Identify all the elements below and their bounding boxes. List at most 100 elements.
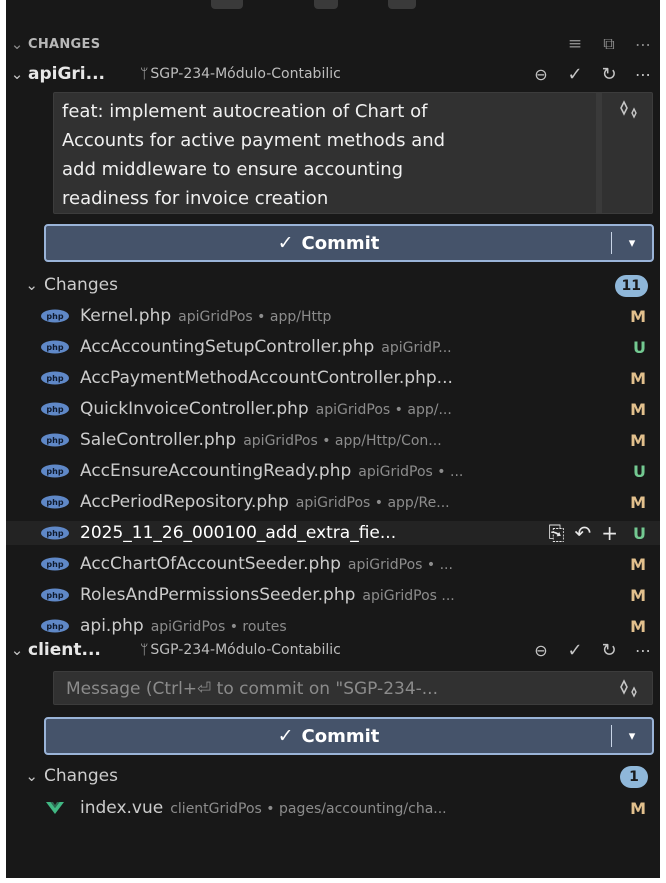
file-path: apiGridP... [381, 340, 452, 356]
php-file-icon: php [41, 495, 69, 509]
file-path: apiGridPos • routes [150, 619, 287, 635]
file-path: clientGridPos • pages/accounting/cha... [170, 801, 447, 817]
php-file-icon: php [41, 371, 69, 385]
file-name: 2025_11_26_000100_add_extra_fie... [80, 523, 397, 543]
git-status-badge: M [630, 492, 646, 512]
list-view-icon[interactable]: ≡ [558, 34, 592, 54]
commit-check-icon[interactable]: ✓ [558, 640, 592, 661]
file-text: 2025_11_26_000100_add_extra_fie... [80, 523, 520, 543]
more-icon[interactable]: ⋯ [626, 641, 660, 660]
file-path: apiGridPos • ... [358, 464, 464, 480]
file-name: AccEnsureAccountingReady.php [80, 461, 352, 481]
git-status-badge: M [630, 306, 646, 326]
commit-message-input[interactable]: feat: implement autocreation of Chart of… [53, 92, 653, 214]
sparkle-icon[interactable] [614, 97, 646, 123]
git-status-badge: M [630, 399, 646, 419]
changes-group-header[interactable]: ⌄ Changes 11 [6, 271, 660, 299]
file-name: index.vue [80, 798, 164, 818]
commit-button[interactable]: ✓ Commit ▾ [44, 717, 654, 755]
check-icon: ✓ [277, 232, 294, 254]
commit-button[interactable]: ✓ Commit ▾ [44, 224, 654, 262]
commit-main-action[interactable]: ✓ Commit [46, 232, 611, 254]
git-status-badge: M [630, 798, 646, 818]
file-path: apiGridPos • app/... [315, 402, 452, 418]
changed-file-row[interactable]: php Kernel.php apiGridPos • app/Http M [6, 304, 660, 328]
open-file-icon[interactable]: ⎘ [548, 521, 564, 545]
repo-header-clientgridpos[interactable]: ⌄ client... ᛘ SGP-234-Módulo-Contabilic … [6, 636, 660, 664]
file-name: AccPaymentMethodAccountController.php... [80, 368, 453, 388]
git-branch-icon: ᛘ [140, 66, 149, 82]
php-file-icon: php [41, 433, 69, 447]
changes-group-header[interactable]: ⌄ Changes 1 [6, 762, 660, 790]
repo-header-apigridpos[interactable]: ⌄ apiGri... ᛘ SGP-234-Módulo-Contabilic … [6, 60, 660, 88]
git-status-badge: M [630, 430, 646, 450]
changed-file-row[interactable]: php QuickInvoiceController.php apiGridPos … [6, 397, 660, 421]
file-text: AccPaymentMethodAccountController.php... [80, 368, 602, 388]
changed-file-row[interactable]: php AccAccountingSetupController.php apiGr… [6, 335, 660, 359]
more-icon[interactable]: ⋯ [626, 35, 660, 54]
changed-file-row[interactable]: php AccEnsureAccountingReady.php apiGridPo… [6, 459, 660, 483]
file-name: RolesAndPermissionsSeeder.php [80, 585, 356, 605]
file-text: index.vue clientGridPos • pages/accountin… [80, 798, 602, 818]
svg-text:php: php [46, 467, 63, 476]
changed-file-row[interactable]: php api.php apiGridPos • routes M [6, 614, 660, 638]
stage-changes-icon[interactable]: + [601, 521, 618, 545]
scrollbar[interactable] [596, 93, 602, 213]
changes-count-badge: 11 [614, 275, 648, 297]
svg-text:php: php [46, 498, 63, 507]
changed-file-row[interactable]: php AccChartOfAccountSeeder.php apiGridPos… [6, 552, 660, 576]
branch-name: SGP-234-Módulo-Contabilic [150, 642, 341, 658]
file-text: api.php apiGridPos • routes [80, 616, 602, 636]
chevron-down-icon: ⌄ [10, 35, 24, 53]
discard-changes-icon[interactable]: ↶ [574, 521, 591, 545]
commit-message-input[interactable]: Message (Ctrl+⏎ to commit on "SGP-234-..… [53, 671, 653, 705]
sparkle-icon[interactable] [614, 676, 646, 702]
commit-main-action[interactable]: ✓ Commit [46, 725, 611, 747]
file-text: QuickInvoiceController.php apiGridPos • a… [80, 399, 602, 419]
changed-file-row[interactable]: php AccPaymentMethodAccountController.php… [6, 366, 660, 390]
chevron-down-icon[interactable]: ▾ [612, 236, 652, 251]
file-text: AccEnsureAccountingReady.php apiGridPos •… [80, 461, 602, 481]
git-status-badge: M [630, 554, 646, 574]
section-title: CHANGES [28, 36, 101, 52]
check-icon: ✓ [277, 725, 294, 747]
changed-file-row[interactable]: php AccPeriodRepository.php apiGridPos • a… [6, 490, 660, 514]
php-file-icon: php [41, 557, 69, 571]
php-file-icon: php [41, 464, 69, 478]
refresh-icon[interactable]: ↻ [592, 640, 626, 661]
file-text: RolesAndPermissionsSeeder.php apiGridPos … [80, 585, 602, 605]
file-name: AccAccountingSetupController.php [80, 337, 375, 357]
git-status-badge: M [630, 368, 646, 388]
changed-file-row[interactable]: index.vue clientGridPos • pages/accountin… [6, 796, 660, 820]
branch-label[interactable]: ᛘ SGP-234-Módulo-Contabilic [140, 642, 390, 658]
svg-text:php: php [46, 529, 63, 538]
git-status-badge: U [633, 337, 646, 357]
branch-label[interactable]: ᛘ SGP-234-Módulo-Contabilic [140, 66, 390, 82]
refresh-icon[interactable]: ↻ [592, 64, 626, 85]
sync-icon[interactable]: ⊖ [524, 65, 558, 84]
changed-file-row[interactable]: php SaleController.php apiGridPos • app/Ht… [6, 428, 660, 452]
file-text: AccPeriodRepository.php apiGridPos • app/… [80, 492, 602, 512]
file-text: AccChartOfAccountSeeder.php apiGridPos • … [80, 554, 602, 574]
more-icon[interactable]: ⋯ [626, 65, 660, 84]
changed-file-row[interactable]: php 2025_11_26_000100_add_extra_fie... ⎘ ↶ +… [6, 521, 660, 545]
commit-check-icon[interactable]: ✓ [558, 64, 592, 85]
commit-message-text: feat: implement autocreation of Chart of… [62, 101, 446, 209]
file-path: apiGridPos • app/Re... [295, 495, 450, 511]
group-label: Changes [44, 275, 118, 295]
sync-icon[interactable]: ⊖ [524, 641, 558, 660]
svg-text:php: php [46, 374, 63, 383]
chevron-down-icon: ⌄ [25, 767, 38, 785]
chevron-down-icon: ⌄ [10, 65, 24, 83]
changed-file-row[interactable]: php RolesAndPermissionsSeeder.php apiGridP… [6, 583, 660, 607]
file-name: AccPeriodRepository.php [80, 492, 289, 512]
svg-text:php: php [46, 622, 63, 631]
top-edge [6, 0, 660, 16]
collapse-all-icon[interactable]: ⧉ [592, 34, 626, 54]
svg-text:php: php [46, 343, 63, 352]
file-path: apiGridPos ... [362, 588, 455, 604]
chevron-down-icon[interactable]: ▾ [612, 729, 652, 744]
changes-section-header[interactable]: ⌄ CHANGES ≡ ⧉ ⋯ [6, 30, 660, 58]
file-path: apiGridPos • app/Http [178, 309, 332, 325]
php-file-icon: php [41, 619, 69, 633]
